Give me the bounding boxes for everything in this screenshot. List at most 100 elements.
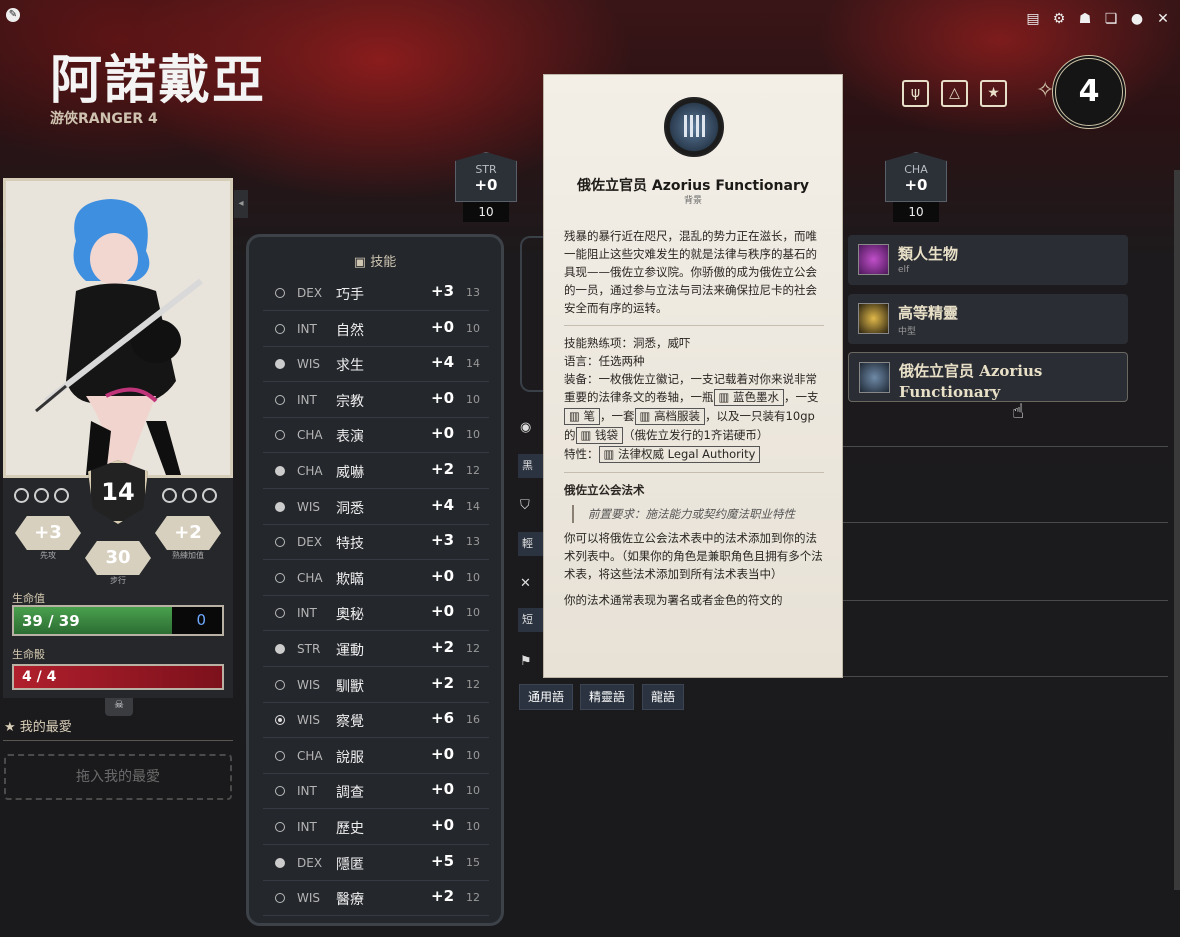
proficiency-toggle[interactable]	[275, 323, 285, 334]
proficiency-toggle[interactable]	[275, 893, 285, 904]
language-chip[interactable]: 通用語	[519, 684, 574, 710]
proficiency-toggle[interactable]	[275, 822, 285, 832]
briefcase-icon: ▣	[353, 255, 367, 270]
rest-food-icon[interactable]: ψ	[902, 80, 929, 107]
feature-title: 俄佐立官员 Azorius Functionary	[899, 362, 1043, 401]
proficiency-toggle[interactable]	[275, 394, 285, 405]
skill-passive: 10	[466, 321, 480, 335]
hp-text: 39 / 39	[22, 612, 80, 630]
tooltip-body: 残暴的暴行近在咫尺，混乱的势力正在滋长，而唯一能阻止这些灾难发生的就是法律与秩序…	[564, 227, 824, 609]
proficiency-toggle[interactable]	[275, 715, 285, 726]
item-tag-pen[interactable]: ▥ 笔	[564, 408, 601, 425]
proficiency-toggle[interactable]	[275, 608, 285, 619]
item-tag-clothes[interactable]: ▥ 高档服装	[634, 408, 706, 425]
skill-ability: DEX	[297, 286, 323, 300]
skill-row[interactable]: CHA 欺瞞 +0 10	[263, 562, 489, 596]
skill-row[interactable]: WIS 察覺 +6 16	[263, 704, 489, 739]
camp-icon[interactable]: △	[941, 80, 968, 107]
skill-row[interactable]: STR 運動 +2 12	[263, 633, 489, 667]
close-icon[interactable]: ✕	[1154, 10, 1172, 28]
language-chip[interactable]: 龍語	[642, 684, 685, 710]
divider	[842, 446, 1168, 447]
skill-row[interactable]: DEX 巧手 +3 13	[263, 277, 489, 311]
proficiency-toggle[interactable]	[275, 359, 285, 370]
skill-row[interactable]: INT 調查 +0 10	[263, 775, 489, 810]
skill-modifier: +4	[431, 353, 455, 372]
skill-name: 威嚇	[336, 465, 364, 481]
skill-row[interactable]: WIS 醫療 +2 12	[263, 882, 489, 917]
skill-row[interactable]: WIS 求生 +4 14	[263, 348, 489, 383]
skill-row[interactable]: WIS 洞悉 +4 14	[263, 491, 489, 525]
item-name: 高档服装	[654, 409, 701, 423]
proficiency-toggle[interactable]	[275, 430, 285, 441]
proficiency-stat[interactable]: +2 熟練加值	[155, 516, 221, 561]
feature-title: 類人生物	[898, 245, 959, 263]
skill-passive: 15	[466, 855, 480, 869]
skill-row[interactable]: DEX 特技 +3 13	[263, 526, 489, 561]
death-save-successes[interactable]	[162, 488, 217, 503]
feature-card-race[interactable]: 高等精靈 中型	[848, 294, 1128, 344]
journal-icon[interactable]: ▤	[1024, 10, 1042, 28]
skill-row[interactable]: INT 奧秘 +0 10	[263, 597, 489, 632]
skill-row[interactable]: INT 自然 +0 10	[263, 313, 489, 347]
speed-value: 30	[85, 541, 151, 575]
ability-cha[interactable]: CHA +0 10	[885, 152, 947, 222]
skill-row[interactable]: CHA 表演 +0 10	[263, 419, 489, 454]
ability-label: CHA	[904, 163, 928, 176]
proficiency-toggle[interactable]	[275, 537, 285, 548]
magic-requirement: 前置要求：施法能力或契约魔法职业特性	[572, 505, 824, 523]
star-icon[interactable]: ★	[980, 80, 1007, 107]
feature-card-background[interactable]: 俄佐立官员 Azorius Functionary	[848, 352, 1128, 402]
star-icon: ★	[4, 720, 16, 735]
hit-dice-bar[interactable]: 4 / 4	[12, 664, 224, 690]
tooltip-skills: 技能熟练项：洞悉，威吓	[564, 336, 691, 350]
item-tag-pouch[interactable]: ▥ 钱袋	[575, 427, 624, 444]
skill-row[interactable]: INT 宗教 +0 10	[263, 384, 489, 418]
level-badge[interactable]: 4	[1052, 55, 1126, 129]
proficiency-toggle[interactable]	[275, 572, 285, 583]
equipment-text: （俄佐立发行的1齐诺硬币）	[623, 428, 769, 442]
proficiency-toggle[interactable]	[275, 857, 285, 868]
chat-icon[interactable]: ❏	[1102, 10, 1120, 28]
skill-row[interactable]: CHA 威嚇 +2 12	[263, 455, 489, 489]
proficiency-toggle[interactable]	[275, 786, 285, 797]
language-chip[interactable]: 精靈語	[580, 684, 635, 710]
skill-row[interactable]: WIS 馴獸 +2 12	[263, 669, 489, 703]
skill-ability: WIS	[297, 499, 321, 514]
initiative-stat[interactable]: +3 先攻	[15, 516, 81, 561]
hp-bar[interactable]: 39 / 39 0	[12, 605, 224, 636]
favorites-drop-zone[interactable]: 拖入我的最愛	[4, 754, 232, 800]
party-icon[interactable]: ☗	[1076, 10, 1094, 28]
scrollbar[interactable]	[1174, 170, 1180, 890]
skill-row[interactable]: INT 歷史 +0 10	[263, 811, 489, 845]
sense-chip[interactable]: 黑	[518, 454, 544, 478]
user-icon[interactable]: ●	[1128, 10, 1146, 28]
background-icon	[859, 362, 890, 393]
weapon-chip[interactable]: 短	[518, 608, 544, 632]
gear-icon[interactable]: ⚙	[1050, 10, 1068, 28]
proficiency-toggle[interactable]	[275, 750, 285, 761]
collapse-panel-button[interactable]: ◂	[234, 190, 248, 218]
proficiency-toggle[interactable]	[275, 466, 285, 476]
proficiency-toggle[interactable]	[275, 501, 285, 512]
skill-modifier: +2	[431, 638, 455, 656]
window-controls: ▤ ⚙ ☗ ❏ ● ✕	[1024, 10, 1172, 28]
skill-modifier: +0	[431, 317, 455, 336]
speed-stat[interactable]: 30 步行	[85, 541, 151, 586]
skill-row[interactable]: CHA 說服 +0 10	[263, 740, 489, 774]
feature-card-type[interactable]: 類人生物 elf	[848, 235, 1128, 285]
ability-str[interactable]: STR +0 10	[455, 152, 517, 222]
item-tag-ink[interactable]: ▥ 蓝色墨水	[713, 389, 785, 406]
proficiency-toggle[interactable]	[275, 644, 285, 654]
proficiency-toggle[interactable]	[275, 679, 285, 690]
armor-chip[interactable]: 輕	[518, 532, 544, 556]
death-save-fails[interactable]	[14, 488, 69, 503]
app-menu-icon[interactable]: ✎	[6, 8, 20, 22]
temp-hp-value[interactable]: 0	[172, 607, 222, 634]
proficiency-toggle[interactable]	[275, 288, 285, 298]
character-portrait[interactable]	[3, 178, 233, 478]
azorius-emblem-icon	[664, 97, 724, 157]
skill-row[interactable]: DEX 隱匿 +5 15	[263, 847, 489, 881]
skull-icon[interactable]: ☠	[105, 698, 133, 716]
feature-tag[interactable]: ▥ 法律权威 Legal Authority	[598, 446, 761, 463]
